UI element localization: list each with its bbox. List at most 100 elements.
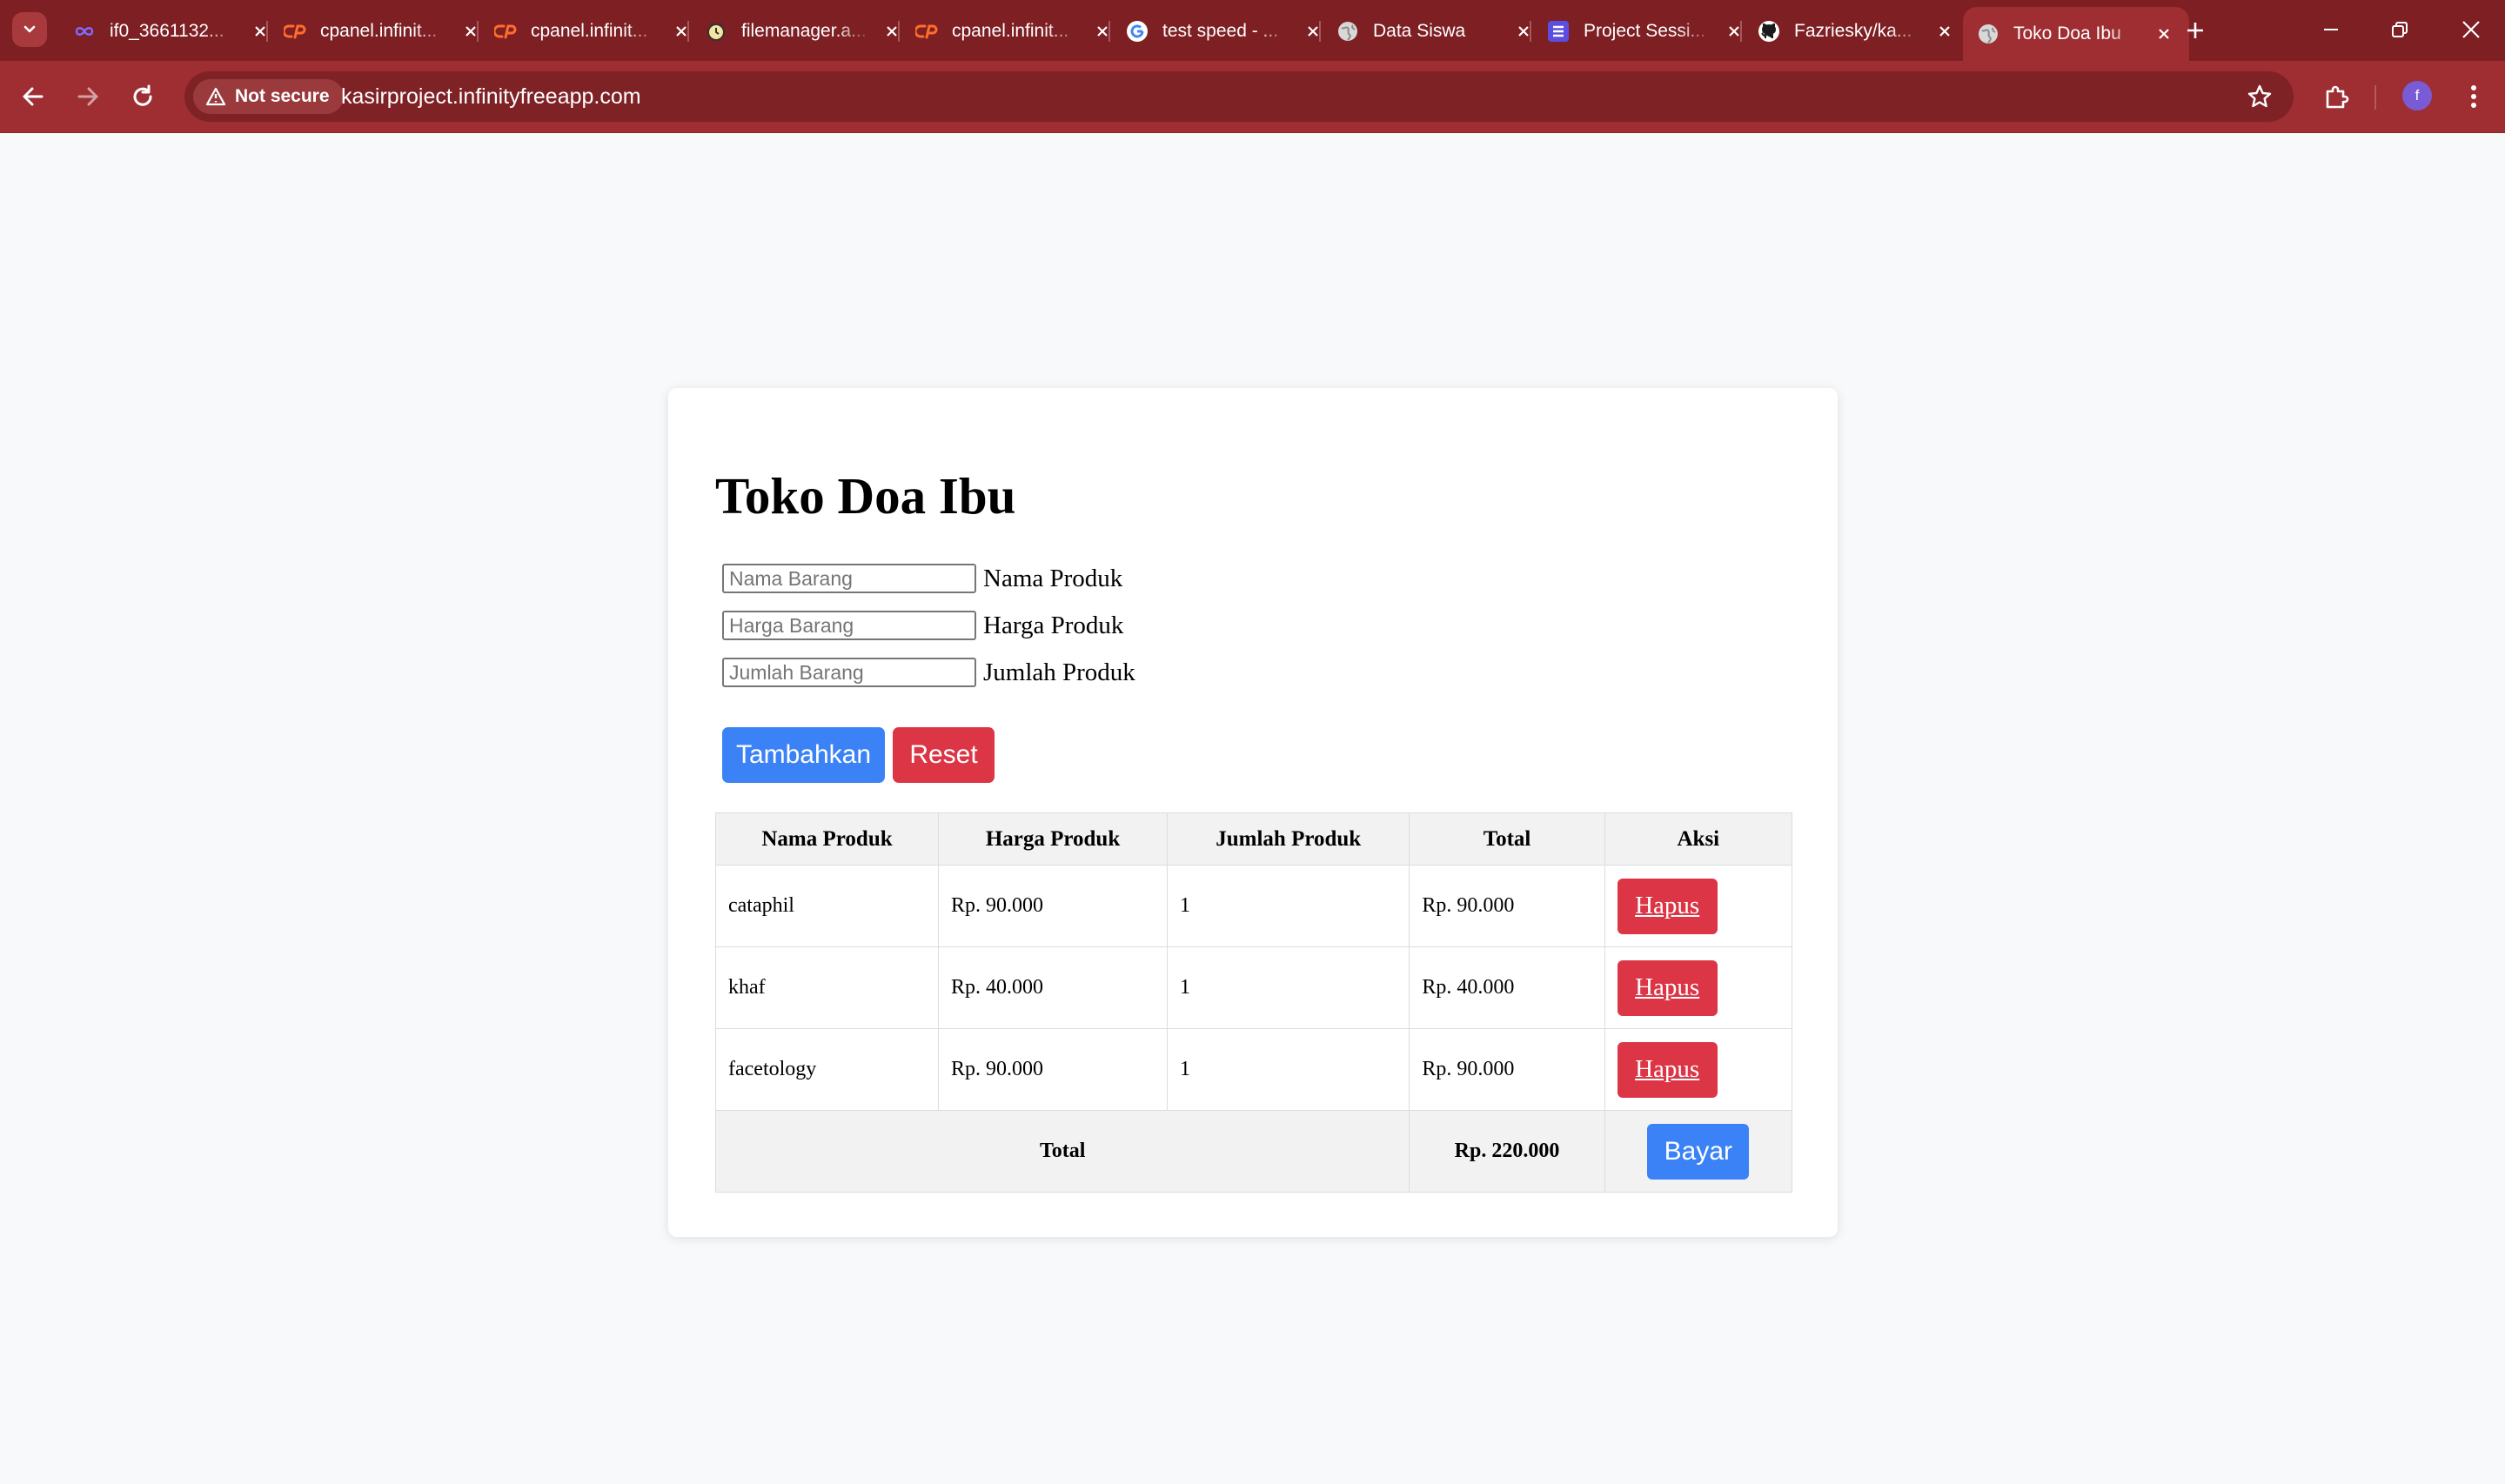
nama-produk-label: Nama Produk <box>983 564 1123 592</box>
arrow-right-icon <box>77 87 98 106</box>
tab-divider <box>1319 21 1321 42</box>
tab-divider <box>1740 21 1742 42</box>
list-icon <box>1547 20 1570 43</box>
browser-menu-button[interactable] <box>2454 77 2494 117</box>
github-icon <box>1758 20 1780 43</box>
column-header: Nama Produk <box>714 812 940 866</box>
harga-barang-input[interactable] <box>722 611 976 640</box>
product-name-cell: khaf <box>714 946 940 1029</box>
infinity-icon <box>73 20 96 43</box>
action-cell: Hapus <box>1604 1028 1793 1111</box>
tab-divider <box>266 21 268 42</box>
chevron-down-icon <box>23 25 36 33</box>
form-row-harga: Harga Produk <box>722 608 1123 643</box>
security-chip[interactable]: Not secure <box>193 79 344 114</box>
address-bar[interactable]: Not secure kasirproject.infinityfreeapp.… <box>184 71 2294 122</box>
close-icon[interactable] <box>1932 18 1958 44</box>
tab-strip: if0_3661132... cpanel.infinit... cpanel.… <box>0 0 2505 61</box>
browser-tab[interactable]: cpanel.infinit... <box>480 10 694 52</box>
total-label: Total <box>714 1110 1410 1193</box>
browser-tab[interactable]: if0_3661132... <box>59 10 273 52</box>
hapus-button[interactable]: Hapus <box>1617 878 1718 934</box>
close-window-button[interactable] <box>2449 10 2493 49</box>
warning-icon <box>205 87 226 106</box>
close-icon[interactable] <box>2151 21 2177 47</box>
table-header-row: Nama Produk Harga Produk Jumlah Produk T… <box>714 812 1793 866</box>
hapus-button[interactable]: Hapus <box>1617 959 1718 1016</box>
product-name-cell: facetology <box>714 1028 940 1111</box>
column-header: Aksi <box>1604 812 1793 866</box>
action-cell: Hapus <box>1604 865 1793 947</box>
back-button[interactable] <box>13 77 53 117</box>
row-total-cell: Rp. 90.000 <box>1409 865 1605 947</box>
restore-button[interactable] <box>2378 10 2421 49</box>
column-header: Jumlah Produk <box>1167 812 1410 866</box>
reset-button[interactable]: Reset <box>893 727 995 783</box>
cpanel-icon <box>284 20 306 43</box>
tab-search-button[interactable] <box>12 12 47 47</box>
minimize-icon <box>2324 29 2338 30</box>
table-row: facetology Rp. 90.000 1 Rp. 90.000 Hapus <box>714 1028 1793 1111</box>
browser-tab[interactable]: cpanel.infinit... <box>270 10 484 52</box>
browser-tab[interactable]: Fazriesky/ka... <box>1744 10 1958 52</box>
cart-table: Nama Produk Harga Produk Jumlah Produk T… <box>714 812 1793 1193</box>
quantity-cell: 1 <box>1167 865 1410 947</box>
profile-avatar[interactable]: f <box>2402 81 2432 110</box>
browser-tab[interactable]: Project Sessi... <box>1533 10 1747 52</box>
page-title: Toko Doa Ibu <box>715 467 1016 525</box>
browser-tab[interactable]: filemanager.a... <box>691 10 905 52</box>
globe-icon <box>1977 23 1999 45</box>
grand-total-row: Total Rp. 220.000 Bayar <box>714 1110 1793 1193</box>
tab-divider <box>477 21 479 42</box>
tab-divider <box>1530 21 1531 42</box>
tab-title: filemanager.a... <box>741 21 867 41</box>
column-header: Harga Produk <box>938 812 1169 866</box>
globe-icon <box>1336 20 1359 43</box>
tab-title: Fazriesky/ka... <box>1794 21 1912 41</box>
tab-title: if0_3661132... <box>110 21 224 41</box>
minimize-button[interactable] <box>2309 10 2353 49</box>
plus-icon <box>2187 23 2203 38</box>
cpanel-icon <box>915 20 938 43</box>
quantity-cell: 1 <box>1167 946 1410 1029</box>
tab-divider <box>1108 21 1110 42</box>
price-cell: Rp. 40.000 <box>938 946 1169 1029</box>
row-total-cell: Rp. 90.000 <box>1409 1028 1605 1111</box>
toolbar-divider <box>2374 85 2376 110</box>
new-tab-button[interactable] <box>2180 16 2210 45</box>
arrow-left-icon <box>23 87 44 106</box>
browser-toolbar: Not secure kasirproject.infinityfreeapp.… <box>0 61 2505 133</box>
tambahkan-button[interactable]: Tambahkan <box>722 727 885 783</box>
restore-icon <box>2392 22 2408 37</box>
pay-cell: Bayar <box>1604 1110 1793 1193</box>
bayar-button[interactable]: Bayar <box>1647 1123 1750 1180</box>
harga-produk-label: Harga Produk <box>983 611 1124 639</box>
browser-tab[interactable]: test speed - ... <box>1112 10 1326 52</box>
tab-divider <box>687 21 689 42</box>
browser-tab-active[interactable]: Toko Doa Ibu <box>1963 7 2189 61</box>
forward-button[interactable] <box>68 77 108 117</box>
kebab-menu-icon <box>2471 85 2476 108</box>
nama-barang-input[interactable] <box>722 564 976 593</box>
row-total-cell: Rp. 40.000 <box>1409 946 1605 1029</box>
tab-title: cpanel.infinit... <box>531 21 648 41</box>
tab-title: cpanel.infinit... <box>952 21 1069 41</box>
form-row-nama: Nama Produk <box>722 561 1122 596</box>
puzzle-icon <box>2326 85 2349 109</box>
reload-button[interactable] <box>123 77 163 117</box>
tab-title: Data Siswa <box>1373 21 1466 41</box>
column-header: Total <box>1409 812 1605 866</box>
url-text[interactable]: kasirproject.infinityfreeapp.com <box>341 71 641 122</box>
browser-tab[interactable]: cpanel.infinit... <box>901 10 1115 52</box>
hapus-button[interactable]: Hapus <box>1617 1041 1718 1098</box>
bookmark-star-button[interactable] <box>2243 80 2276 113</box>
quantity-cell: 1 <box>1167 1028 1410 1111</box>
close-icon <box>2462 21 2480 38</box>
form-row-jumlah: Jumlah Produk <box>722 655 1135 690</box>
jumlah-barang-input[interactable] <box>722 658 976 687</box>
extensions-button[interactable] <box>2316 77 2356 117</box>
tab-title: Project Sessi... <box>1584 21 1706 41</box>
price-cell: Rp. 90.000 <box>938 865 1169 947</box>
cashier-card: Toko Doa Ibu Nama Produk Harga Produk Ju… <box>668 388 1838 1237</box>
browser-tab[interactable]: Data Siswa <box>1323 10 1537 52</box>
